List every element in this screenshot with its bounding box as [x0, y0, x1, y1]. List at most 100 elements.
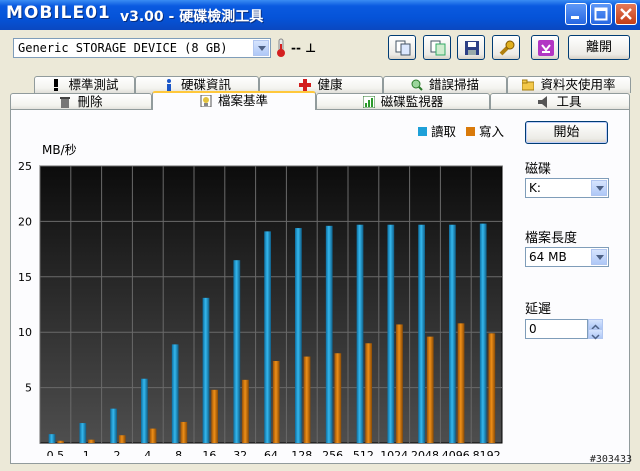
minimize-icon: [571, 16, 579, 19]
tab-standard-test[interactable]: 標準測試: [34, 76, 135, 93]
close-window-button[interactable]: [615, 3, 637, 25]
tab-label: 磁碟監視器: [380, 94, 444, 109]
x-tick-label: 64: [264, 449, 278, 456]
clipboard-icon: [430, 40, 446, 56]
tab-row-bottom: 刪除 檔案基準 磁碟監視器 工具: [4, 91, 636, 110]
start-button[interactable]: 開始: [525, 121, 608, 144]
write-bar: [149, 428, 157, 443]
x-tick-label: 8: [175, 449, 182, 456]
x-tick-label: 32: [233, 449, 247, 456]
chevron-down-icon[interactable]: [253, 40, 269, 56]
write-bar: [57, 440, 65, 443]
spin-down-icon[interactable]: [588, 329, 603, 340]
tab-label: 工具: [556, 94, 582, 109]
save-button[interactable]: [457, 35, 485, 60]
file-length-value: 64 MB: [529, 250, 567, 264]
tab-label: 刪除: [77, 94, 103, 109]
spin-up-icon[interactable]: [588, 319, 603, 330]
x-tick-label: 128: [291, 449, 312, 456]
x-tick-label: 4: [144, 449, 151, 456]
write-bar: [396, 324, 403, 443]
write-bar: [365, 343, 373, 443]
write-bar: [118, 435, 126, 443]
write-bar: [426, 336, 434, 443]
chevron-down-icon[interactable]: [591, 249, 607, 265]
download-arrow-icon: [538, 40, 554, 56]
copy-results-button[interactable]: [423, 35, 451, 60]
read-bar: [356, 224, 364, 443]
write-bar: [88, 439, 95, 443]
maximize-icon: [594, 7, 608, 21]
copy-button[interactable]: [388, 35, 416, 60]
options-button[interactable]: [492, 35, 520, 60]
write-bar: [211, 389, 219, 443]
tab-file-benchmark[interactable]: 檔案基準: [152, 91, 316, 110]
chevron-down-icon[interactable]: [591, 180, 607, 196]
device-select[interactable]: Generic STORAGE DEVICE (8 GB): [13, 38, 271, 58]
delay-spinner[interactable]: [588, 319, 603, 340]
delay-input[interactable]: 0: [525, 319, 588, 339]
y-tick-label: 15: [18, 271, 32, 284]
tab-folder-usage[interactable]: 資料夾使用率: [507, 76, 631, 93]
write-bar: [272, 361, 280, 443]
y-tick-label: 5: [25, 382, 32, 395]
x-tick-label: 8192: [473, 449, 501, 456]
read-bar: [171, 344, 179, 443]
read-bar: [449, 224, 456, 443]
tab-label: 檔案基準: [217, 93, 268, 108]
tab-disk-monitor[interactable]: 磁碟監視器: [316, 93, 490, 110]
maximize-button[interactable]: [590, 3, 612, 25]
file-bench-icon: [200, 94, 212, 108]
write-bar: [334, 353, 342, 443]
tab-erase[interactable]: 刪除: [10, 93, 152, 110]
copy-icon: [395, 40, 411, 56]
delay-value: 0: [529, 322, 537, 336]
app-logo: MOBILE01: [6, 3, 111, 23]
tab-tools[interactable]: 工具: [490, 93, 630, 110]
trash-icon: [59, 96, 71, 108]
y-tick-label: 25: [18, 160, 32, 173]
watermark: #303433: [589, 454, 632, 465]
read-bar: [418, 224, 425, 443]
main-window: Generic STORAGE DEVICE (8 GB) -- ⊥ 離開 標準…: [4, 30, 636, 467]
exclamation-icon: [50, 79, 62, 91]
read-bar: [110, 408, 117, 443]
save-icon: [465, 41, 479, 55]
disk-select[interactable]: K:: [525, 178, 609, 198]
disk-label: 磁碟: [525, 162, 552, 177]
folder-icon: [521, 79, 535, 91]
read-bar: [325, 225, 333, 443]
write-bar: [488, 333, 496, 443]
write-bar: [180, 421, 188, 443]
tab-label: 錯誤掃描: [428, 77, 479, 92]
x-tick-label: 2048: [411, 449, 439, 456]
thermometer-icon: [277, 38, 285, 57]
minimize-to-tray-button[interactable]: [531, 35, 559, 60]
tab-label: 資料夾使用率: [540, 77, 616, 92]
tab-label: 標準測試: [68, 77, 119, 92]
magnifier-icon: [411, 79, 423, 91]
wrench-icon: [499, 40, 515, 56]
exit-button[interactable]: 離開: [568, 35, 630, 60]
read-bar: [479, 223, 487, 443]
info-icon: [163, 79, 175, 91]
minimize-button[interactable]: [565, 3, 587, 25]
x-tick-label: 16: [202, 449, 216, 456]
x-tick-label: 2: [114, 449, 121, 456]
x-tick-label: 0.5: [47, 449, 65, 456]
file-length-label: 檔案長度: [525, 231, 578, 246]
x-tick-label: 512: [353, 449, 374, 456]
read-bar: [387, 224, 395, 443]
read-bar: [79, 423, 87, 443]
tab-error-scan[interactable]: 錯誤掃描: [383, 76, 507, 93]
file-length-select[interactable]: 64 MB: [525, 247, 609, 267]
write-bar: [242, 379, 249, 443]
read-bar: [202, 297, 210, 443]
benchmark-chart: MB/秒 5 10 15 20 25 0.5 1 2 4 8 16 32 64 128 256 512 1024 2…: [18, 143, 503, 456]
read-bar: [264, 231, 271, 443]
x-tick-label: 1024: [380, 449, 408, 456]
tab-label: 健康: [317, 77, 343, 92]
x-tick-label: 4096: [442, 449, 470, 456]
window-title: v3.00 - 硬碟檢測工具: [120, 9, 264, 25]
close-icon: [620, 8, 632, 20]
